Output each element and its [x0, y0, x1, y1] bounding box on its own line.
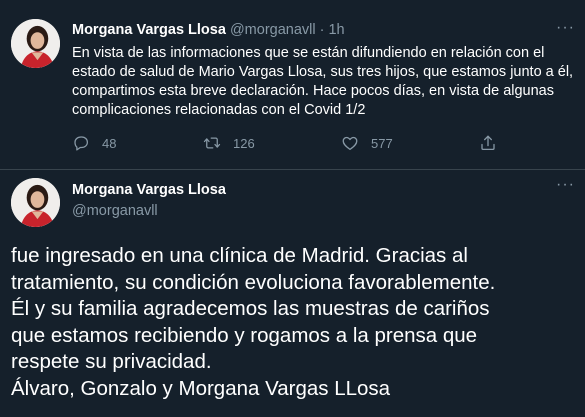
avatar-image — [11, 19, 60, 68]
author-name[interactable]: Morgana Vargas Llosa — [72, 182, 226, 198]
reply-icon — [74, 136, 89, 151]
retweet-button[interactable]: 126 — [203, 134, 255, 152]
timestamp[interactable]: · 1h — [320, 22, 345, 38]
tweet-text: fue ingresado en una clínica de Madrid. … — [11, 243, 581, 402]
avatar[interactable] — [11, 19, 60, 68]
more-icon[interactable]: ··· — [556, 176, 575, 194]
author-handle[interactable]: @morganavll — [230, 22, 316, 38]
like-button[interactable]: 577 — [341, 134, 393, 152]
heart-icon — [342, 136, 358, 151]
avatar-image — [11, 178, 60, 227]
tweet-text-line: Álvaro, Gonzalo y Morgana Vargas LLosa — [11, 376, 391, 400]
share-icon — [481, 135, 495, 151]
tweet-text: En vista de las informaciones que se est… — [72, 45, 574, 118]
author-handle[interactable]: @morganavll — [72, 203, 158, 219]
tweet-text-line: tratamiento, su condición evoluciona fav… — [11, 270, 496, 294]
share-button[interactable] — [479, 134, 509, 152]
tweet-actions: 48 126 577 — [72, 134, 502, 156]
author-name[interactable]: Morgana Vargas Llosa — [72, 22, 226, 38]
tweet-header: Morgana Vargas Llosa @morganavll · 1h — [72, 22, 345, 38]
tweet-text-line: respete su privacidad. — [11, 350, 212, 373]
reply-count: 48 — [102, 135, 117, 151]
reply-button[interactable]: 48 — [72, 134, 116, 152]
tweet-text-line: fue ingresado en una clínica de Madrid. … — [11, 244, 468, 267]
tweet-1[interactable]: Morgana Vargas Llosa @morganavll · 1h ··… — [0, 0, 585, 170]
retweet-icon — [203, 137, 221, 149]
avatar[interactable] — [11, 178, 60, 227]
retweet-count: 126 — [233, 135, 255, 151]
like-count: 577 — [371, 135, 393, 151]
more-icon[interactable]: ··· — [556, 19, 575, 37]
tweet-text-line: que estamos recibiendo y rogamos a la pr… — [11, 323, 478, 347]
tweet-text-line: Él y su familia agradecemos las muestras… — [11, 297, 490, 320]
